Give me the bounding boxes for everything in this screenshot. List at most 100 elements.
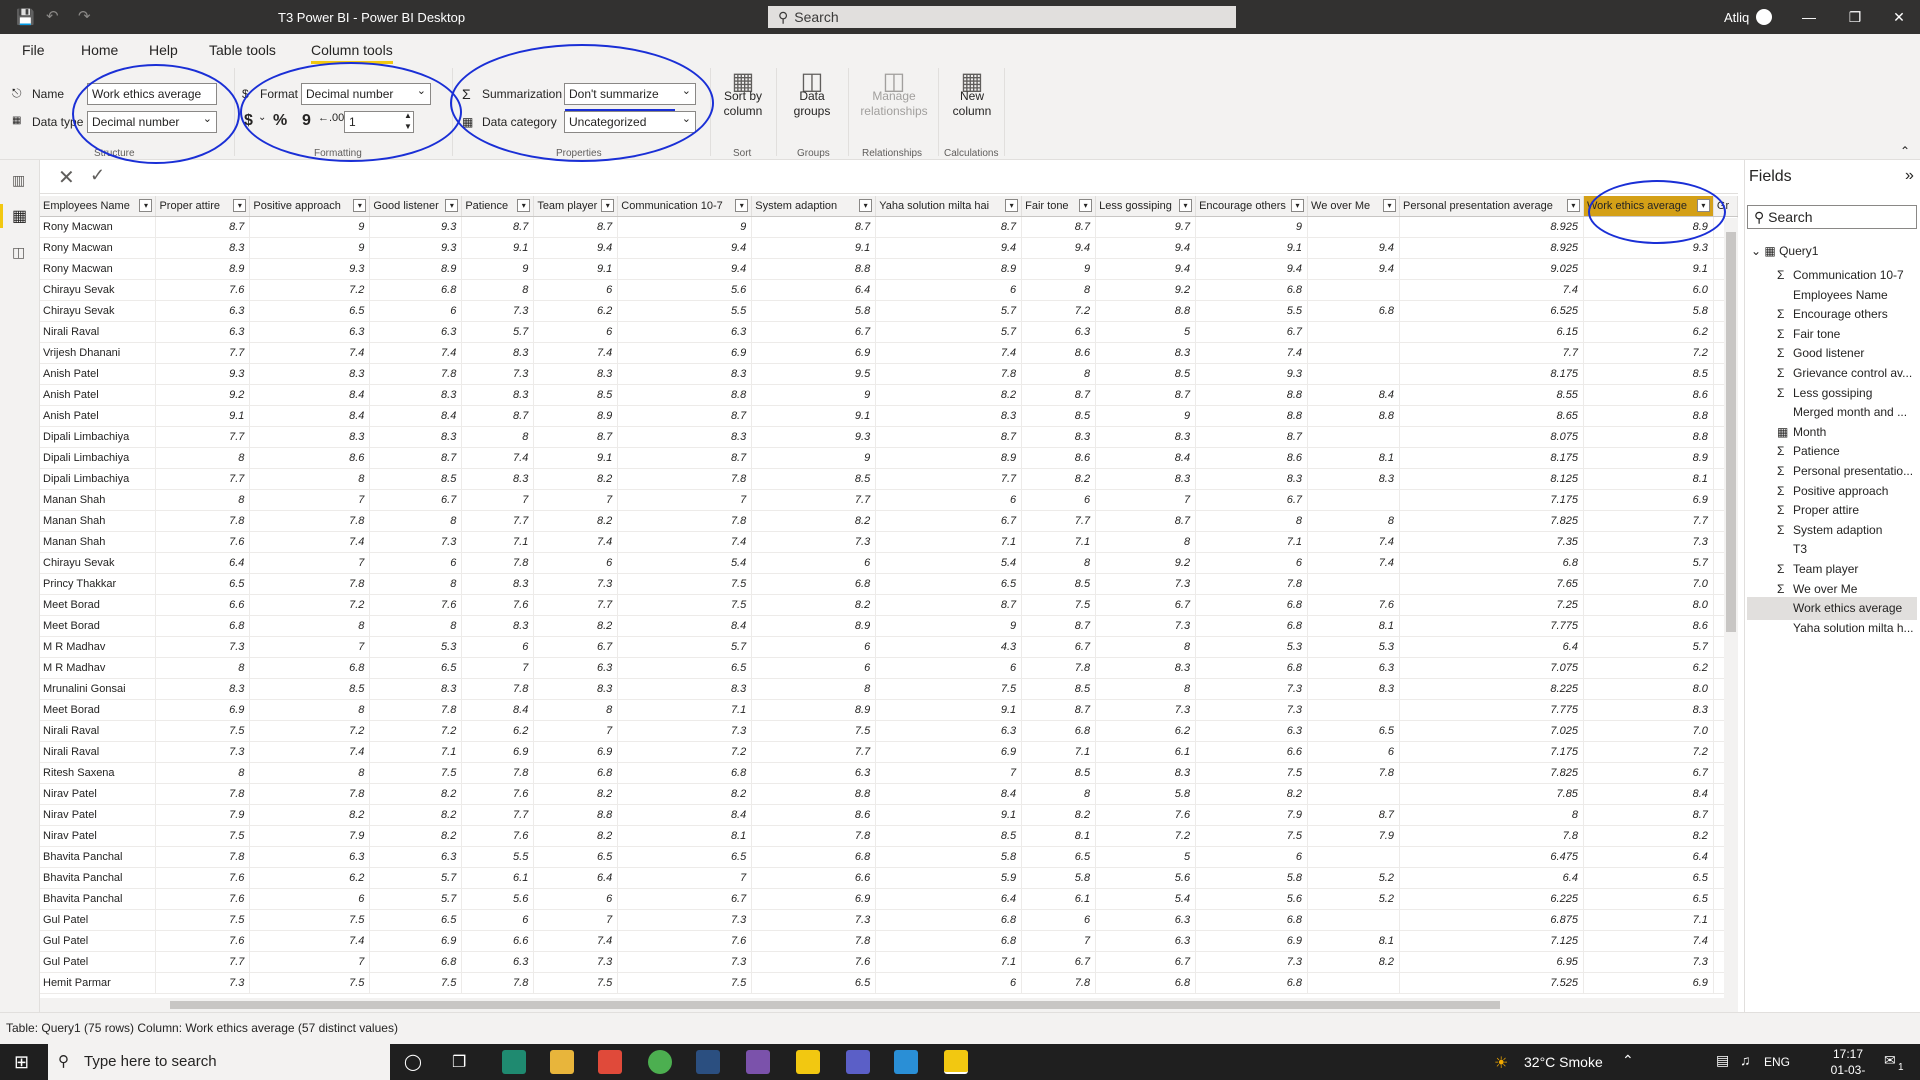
- table-cell[interactable]: 8.3: [249, 363, 371, 385]
- anydesk-icon[interactable]: [598, 1050, 622, 1074]
- table-cell[interactable]: 7: [533, 489, 619, 511]
- table-cell[interactable]: 6.3: [751, 762, 877, 784]
- table-cell[interactable]: 5.6: [461, 888, 535, 910]
- table-cell[interactable]: 8.2: [1307, 951, 1400, 973]
- table-cell[interactable]: 7.2: [369, 720, 463, 742]
- table-cell[interactable]: 8.6: [1021, 447, 1097, 469]
- table-cell[interactable]: 8.7: [1307, 804, 1400, 826]
- table-cell[interactable]: 6.5: [1307, 720, 1400, 742]
- table-cell[interactable]: 6.525: [1399, 300, 1584, 322]
- table-cell[interactable]: 8.3: [533, 678, 619, 700]
- table-cell[interactable]: 6: [533, 279, 619, 301]
- table-cell[interactable]: 7.65: [1399, 573, 1584, 595]
- table-cell[interactable]: 8.9: [751, 699, 877, 721]
- field-table-query1[interactable]: ⌄ ▦ Query1: [1747, 240, 1917, 263]
- table-cell[interactable]: 6: [751, 552, 877, 574]
- table-cell[interactable]: 6.4: [1583, 846, 1714, 868]
- employee-name-cell[interactable]: Rony Macwan: [40, 258, 157, 280]
- employee-name-cell[interactable]: Bhavita Panchal: [40, 846, 157, 868]
- employee-name-cell[interactable]: Meet Borad: [40, 594, 157, 616]
- table-cell[interactable]: 8.2: [533, 825, 619, 847]
- avatar[interactable]: [1756, 9, 1772, 25]
- table-cell[interactable]: 7.8: [461, 972, 535, 994]
- filter-dropdown-icon[interactable]: ▾: [517, 199, 531, 212]
- table-cell[interactable]: 7.8: [369, 699, 463, 721]
- table-cell[interactable]: [1307, 321, 1400, 343]
- employee-name-cell[interactable]: Meet Borad: [40, 699, 157, 721]
- table-cell[interactable]: 7: [461, 657, 535, 679]
- employee-name-cell[interactable]: Manan Shah: [40, 531, 157, 553]
- language-indicator[interactable]: ENG: [1764, 1055, 1790, 1069]
- table-cell[interactable]: 8.2: [1583, 825, 1714, 847]
- table-cell[interactable]: 7.25: [1399, 594, 1584, 616]
- table-cell[interactable]: 9: [1021, 258, 1097, 280]
- table-cell[interactable]: 6.0: [1583, 279, 1714, 301]
- power-bi-icon[interactable]: [944, 1050, 968, 1074]
- table-cell[interactable]: 7.7: [155, 426, 251, 448]
- table-cell[interactable]: 6.7: [1195, 489, 1309, 511]
- table-cell[interactable]: 7.825: [1399, 762, 1584, 784]
- table-cell[interactable]: 8.3: [1095, 468, 1197, 490]
- filter-dropdown-icon[interactable]: ▾: [1179, 199, 1193, 212]
- column-header[interactable]: Patience ▾: [461, 196, 535, 217]
- table-cell[interactable]: 8: [249, 615, 371, 637]
- table-cell[interactable]: 8.2: [369, 825, 463, 847]
- table-cell[interactable]: 9: [1195, 216, 1309, 238]
- table-cell[interactable]: 8.7: [875, 216, 1023, 238]
- table-cell[interactable]: 6.7: [533, 636, 619, 658]
- table-cell[interactable]: 7.6: [617, 930, 753, 952]
- table-cell[interactable]: 8.1: [617, 825, 753, 847]
- table-cell[interactable]: 9: [751, 384, 877, 406]
- table-cell[interactable]: 8.4: [875, 783, 1023, 805]
- table-cell[interactable]: 7.4: [1399, 279, 1584, 301]
- table-cell[interactable]: 8.2: [533, 468, 619, 490]
- table-cell[interactable]: 7: [533, 909, 619, 931]
- table-cell[interactable]: 9: [875, 615, 1023, 637]
- table-cell[interactable]: 6.7: [1095, 594, 1197, 616]
- table-cell[interactable]: 7.7: [155, 951, 251, 973]
- table-cell[interactable]: 6: [533, 552, 619, 574]
- table-cell[interactable]: 8.2: [751, 510, 877, 532]
- table-cell[interactable]: 9: [461, 258, 535, 280]
- table-cell[interactable]: 6.9: [461, 741, 535, 763]
- table-cell[interactable]: 6: [1021, 489, 1097, 511]
- table-cell[interactable]: 8.2: [875, 384, 1023, 406]
- data-view-icon[interactable]: ▦: [12, 206, 27, 226]
- table-cell[interactable]: 7.6: [155, 531, 251, 553]
- employee-name-cell[interactable]: Rony Macwan: [40, 216, 157, 238]
- table-cell[interactable]: 9.4: [1095, 258, 1197, 280]
- table-cell[interactable]: 7.7: [1399, 342, 1584, 364]
- table-cell[interactable]: 7.3: [617, 909, 753, 931]
- employee-name-cell[interactable]: Vrijesh Dhanani: [40, 342, 157, 364]
- employee-name-cell[interactable]: Gul Patel: [40, 930, 157, 952]
- table-cell[interactable]: 6.2: [533, 300, 619, 322]
- table-cell[interactable]: 6.7: [1095, 951, 1197, 973]
- minimize-icon[interactable]: —: [1786, 0, 1832, 34]
- table-cell[interactable]: 7: [875, 762, 1023, 784]
- table-cell[interactable]: 8.7: [1021, 216, 1097, 238]
- table-cell[interactable]: 6.7: [875, 510, 1023, 532]
- table-cell[interactable]: 8.5: [1021, 405, 1097, 427]
- table-cell[interactable]: 8.5: [1021, 762, 1097, 784]
- table-cell[interactable]: 6.5: [617, 846, 753, 868]
- table-cell[interactable]: 6.3: [875, 720, 1023, 742]
- table-cell[interactable]: 8: [1021, 783, 1097, 805]
- table-cell[interactable]: 8.7: [369, 447, 463, 469]
- table-cell[interactable]: 7: [461, 489, 535, 511]
- table-cell[interactable]: 7.1: [461, 531, 535, 553]
- table-cell[interactable]: 8.3: [461, 573, 535, 595]
- column-header[interactable]: Fair tone ▾: [1021, 196, 1097, 217]
- manage-relationships-button[interactable]: ◫ Manage relationships: [854, 70, 934, 119]
- table-cell[interactable]: [1307, 846, 1400, 868]
- table-cell[interactable]: 7.1: [875, 951, 1023, 973]
- data-groups-button[interactable]: ◫ Data groups: [782, 70, 842, 119]
- table-cell[interactable]: 9.1: [533, 258, 619, 280]
- table-cell[interactable]: 8.8: [617, 384, 753, 406]
- table-cell[interactable]: 5.4: [875, 552, 1023, 574]
- table-cell[interactable]: 8.2: [533, 783, 619, 805]
- table-cell[interactable]: 7.8: [155, 783, 251, 805]
- table-cell[interactable]: 7.025: [1399, 720, 1584, 742]
- table-cell[interactable]: 8.2: [751, 594, 877, 616]
- fields-search-input[interactable]: ⚲ Search: [1747, 205, 1917, 229]
- table-cell[interactable]: 8.1: [1307, 615, 1400, 637]
